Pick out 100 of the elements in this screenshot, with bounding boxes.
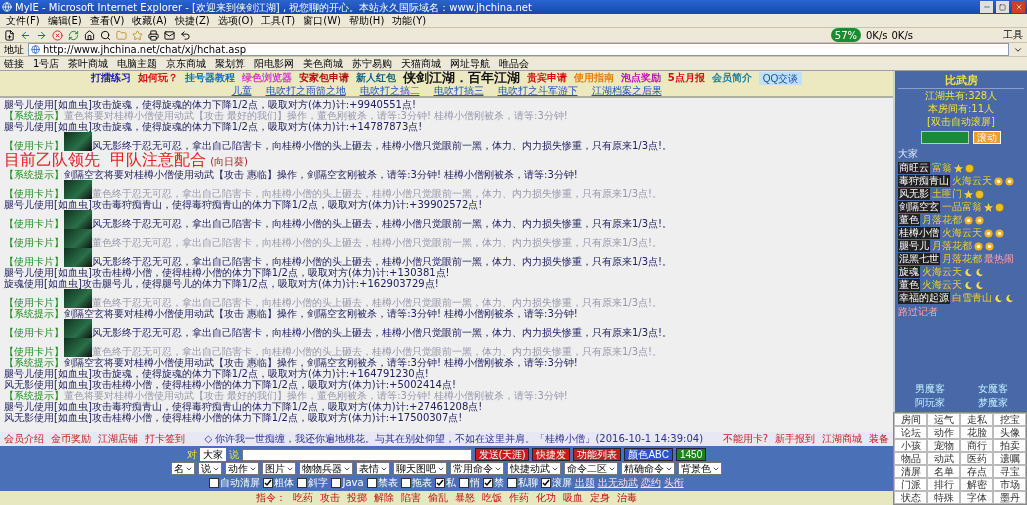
menu-item[interactable]: 文件(F) [6, 14, 40, 27]
user-name[interactable]: 毒狩痴青山 [898, 175, 950, 187]
checkbox[interactable] [482, 477, 493, 488]
chat-button[interactable]: 颜色ABC [624, 448, 673, 461]
command-link[interactable]: 化功 [536, 491, 556, 505]
checkbox[interactable] [540, 477, 551, 488]
user-name[interactable]: 幸福的起源 [898, 292, 950, 304]
new-page-icon[interactable] [4, 29, 15, 41]
undo-icon[interactable] [180, 29, 191, 41]
home-icon[interactable] [84, 29, 95, 41]
address-field[interactable]: http://www.jhchina.net/chat/xj/hchat.asp [28, 43, 1009, 56]
function-link[interactable]: 特殊 [927, 491, 960, 504]
banner-link[interactable]: 泡点奖励 [620, 71, 661, 85]
checkbox[interactable] [297, 477, 308, 488]
function-link[interactable]: 挖宝 [993, 413, 1026, 426]
command-link[interactable]: 攻击 [320, 491, 340, 505]
command-link[interactable]: 吃药 [293, 491, 313, 505]
bookmark-link[interactable]: 网址导航 [450, 56, 491, 71]
user-name[interactable]: 剑隔空玄 [898, 201, 940, 213]
function-link[interactable]: 排行 [927, 478, 960, 491]
chat-button[interactable]: 发送(天涯) [474, 448, 530, 461]
dropdown[interactable]: 聊天图吧 [393, 462, 447, 475]
back-icon[interactable] [20, 29, 31, 41]
menu-item[interactable]: 快捷(Z) [175, 14, 210, 27]
group-link[interactable]: 女魔客 [961, 382, 1024, 396]
dropdown[interactable]: 快捷动武 [507, 462, 561, 475]
target-field[interactable]: 大家 [199, 448, 226, 461]
bookmark-link[interactable]: 茶叶商城 [68, 56, 109, 71]
function-link[interactable]: 论坛 [894, 426, 927, 439]
option-checkbox[interactable]: 拖表 [400, 475, 432, 490]
checkbox[interactable] [434, 477, 445, 488]
function-link[interactable]: 医药 [960, 452, 993, 465]
menu-item[interactable]: 查看(V) [89, 14, 125, 27]
status-link[interactable]: 装备 [869, 432, 889, 446]
status-link[interactable]: 金币奖励 [51, 432, 91, 446]
color-field[interactable] [921, 131, 969, 144]
function-link[interactable]: 市场 [993, 478, 1026, 491]
function-link[interactable]: 动武 [927, 452, 960, 465]
status-link[interactable]: 会员介绍 [4, 432, 44, 446]
banner-link[interactable]: 新人红包 [355, 71, 396, 85]
checkbox[interactable] [209, 477, 220, 488]
menu-item[interactable]: 选项(O) [217, 14, 254, 27]
dropdown[interactable]: 精确命令 [621, 462, 675, 475]
option-link[interactable]: 出无动武 [597, 475, 638, 490]
option-checkbox[interactable]: 私 [434, 475, 456, 490]
function-link[interactable]: 商行 [960, 439, 993, 452]
dropdown[interactable]: 命令二区 [564, 462, 618, 475]
checkbox[interactable] [263, 477, 274, 488]
status-link[interactable]: 江湖店铺 [98, 432, 138, 446]
option-checkbox[interactable]: 粗体 [263, 475, 295, 490]
stop-icon[interactable] [52, 29, 63, 41]
user-name[interactable]: 董色 [898, 214, 920, 226]
banner-link[interactable]: 挂号器教程 [184, 71, 235, 85]
bookmark-link[interactable]: 阳电影网 [254, 56, 295, 71]
bookmark-link[interactable]: 1号店 [33, 56, 60, 71]
banner-sublink[interactable]: 江湖档案之后果 [591, 83, 662, 98]
user-name[interactable]: 混黑七世 [898, 253, 940, 265]
checkbox[interactable] [506, 477, 517, 488]
dropdown[interactable]: 物物兵器 [299, 462, 353, 475]
bookmark-link[interactable]: 京东商城 [166, 56, 207, 71]
banner-link[interactable]: 如何玩？ [137, 71, 178, 85]
chat-button[interactable]: 1450 [676, 448, 707, 461]
banner-sublink[interactable]: 电吹打之雨箭之地 [265, 83, 346, 98]
option-checkbox[interactable]: 斜字 [297, 475, 329, 490]
checkbox[interactable] [400, 477, 411, 488]
chat-button[interactable]: 快捷发 [532, 448, 571, 461]
function-link[interactable]: 墨丹 [993, 491, 1026, 504]
user-name[interactable]: 腿号儿 [898, 240, 930, 252]
banner-link[interactable]: 贵宾申请 [526, 71, 567, 85]
function-link[interactable]: 门派 [894, 478, 927, 491]
function-link[interactable]: 存点 [960, 465, 993, 478]
option-link[interactable]: 恋约 [640, 475, 661, 490]
forward-icon[interactable] [36, 29, 47, 41]
command-link[interactable]: 定身 [590, 491, 610, 505]
bookmark-link[interactable]: 苏宁易购 [352, 56, 393, 71]
refresh-icon[interactable] [68, 29, 79, 41]
bookmark-link[interactable]: 聚划算 [215, 56, 246, 71]
command-link[interactable]: 吃饭 [482, 491, 502, 505]
command-link[interactable]: 暴怒 [455, 491, 475, 505]
function-link[interactable]: 运气 [927, 413, 960, 426]
user-name[interactable]: 董色 [898, 279, 920, 291]
option-link[interactable]: 出题 [574, 475, 595, 490]
status-link[interactable]: 江湖商城 [822, 432, 862, 446]
mail-icon[interactable] [164, 29, 175, 41]
option-checkbox[interactable]: 禁 [482, 475, 504, 490]
menu-item[interactable]: 工具(T) [261, 14, 296, 27]
option-checkbox[interactable]: 私聊 [506, 475, 538, 490]
menu-item[interactable]: 收藏(A) [132, 14, 167, 27]
banner-link[interactable]: 打擂练习 [90, 71, 131, 85]
function-link[interactable]: 走私 [960, 413, 993, 426]
print-icon[interactable] [148, 29, 159, 41]
group-link[interactable]: 梦魔家 [961, 396, 1024, 410]
banner-sublink[interactable]: 电吹打之搞二 [359, 83, 420, 98]
bookmark-link[interactable]: 电脑主题 [117, 56, 158, 71]
checkbox[interactable] [331, 477, 342, 488]
command-link[interactable]: 偷乱 [428, 491, 448, 505]
command-link[interactable]: 陷害 [401, 491, 421, 505]
dropdown[interactable]: 表情 [356, 462, 390, 475]
checkbox[interactable] [458, 477, 469, 488]
banner-sublink[interactable]: 电吹打搞三 [433, 83, 484, 98]
